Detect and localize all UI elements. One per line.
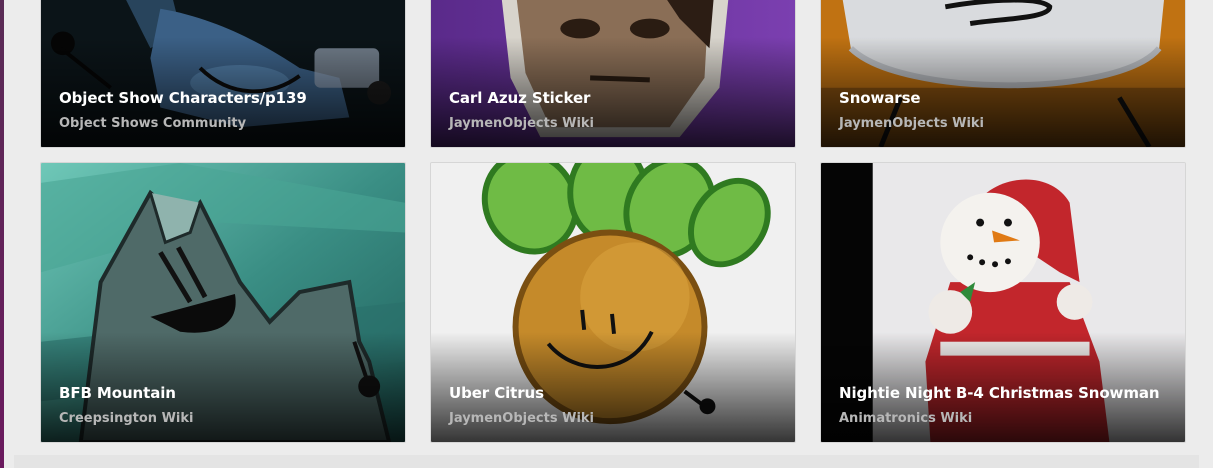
panel-bottom-edge <box>14 455 1199 468</box>
result-card-nightie-night-snowman[interactable]: Nightie Night B-4 Christmas Snowman Anim… <box>820 162 1186 443</box>
card-title: Uber Citrus <box>449 384 544 402</box>
result-card-bfb-mountain[interactable]: BFB Mountain Creepsington Wiki <box>40 162 406 443</box>
card-source: Creepsington Wiki <box>59 411 194 426</box>
card-source: JaymenObjects Wiki <box>449 116 595 131</box>
result-card-snowarse[interactable]: Snowarse JaymenObjects Wiki <box>820 0 1186 148</box>
result-card-uber-citrus[interactable]: Uber Citrus JaymenObjects Wiki <box>430 162 796 443</box>
card-title: Object Show Characters/p139 <box>59 89 307 107</box>
result-card-carl-azuz-sticker[interactable]: Carl Azuz Sticker JaymenObjects Wiki <box>430 0 796 148</box>
card-title: Carl Azuz Sticker <box>449 89 591 107</box>
card-source: Object Shows Community <box>59 116 247 131</box>
card-source: JaymenObjects Wiki <box>839 116 985 131</box>
card-title: Nightie Night B-4 Christmas Snowman <box>839 384 1160 402</box>
page-edge-strip <box>0 0 4 468</box>
card-source: Animatronics Wiki <box>839 411 973 426</box>
result-card-object-show-characters[interactable]: Object Show Characters/p139 Object Shows… <box>40 0 406 148</box>
card-source: JaymenObjects Wiki <box>449 411 595 426</box>
card-title: Snowarse <box>839 89 921 107</box>
card-title: BFB Mountain <box>59 384 176 402</box>
